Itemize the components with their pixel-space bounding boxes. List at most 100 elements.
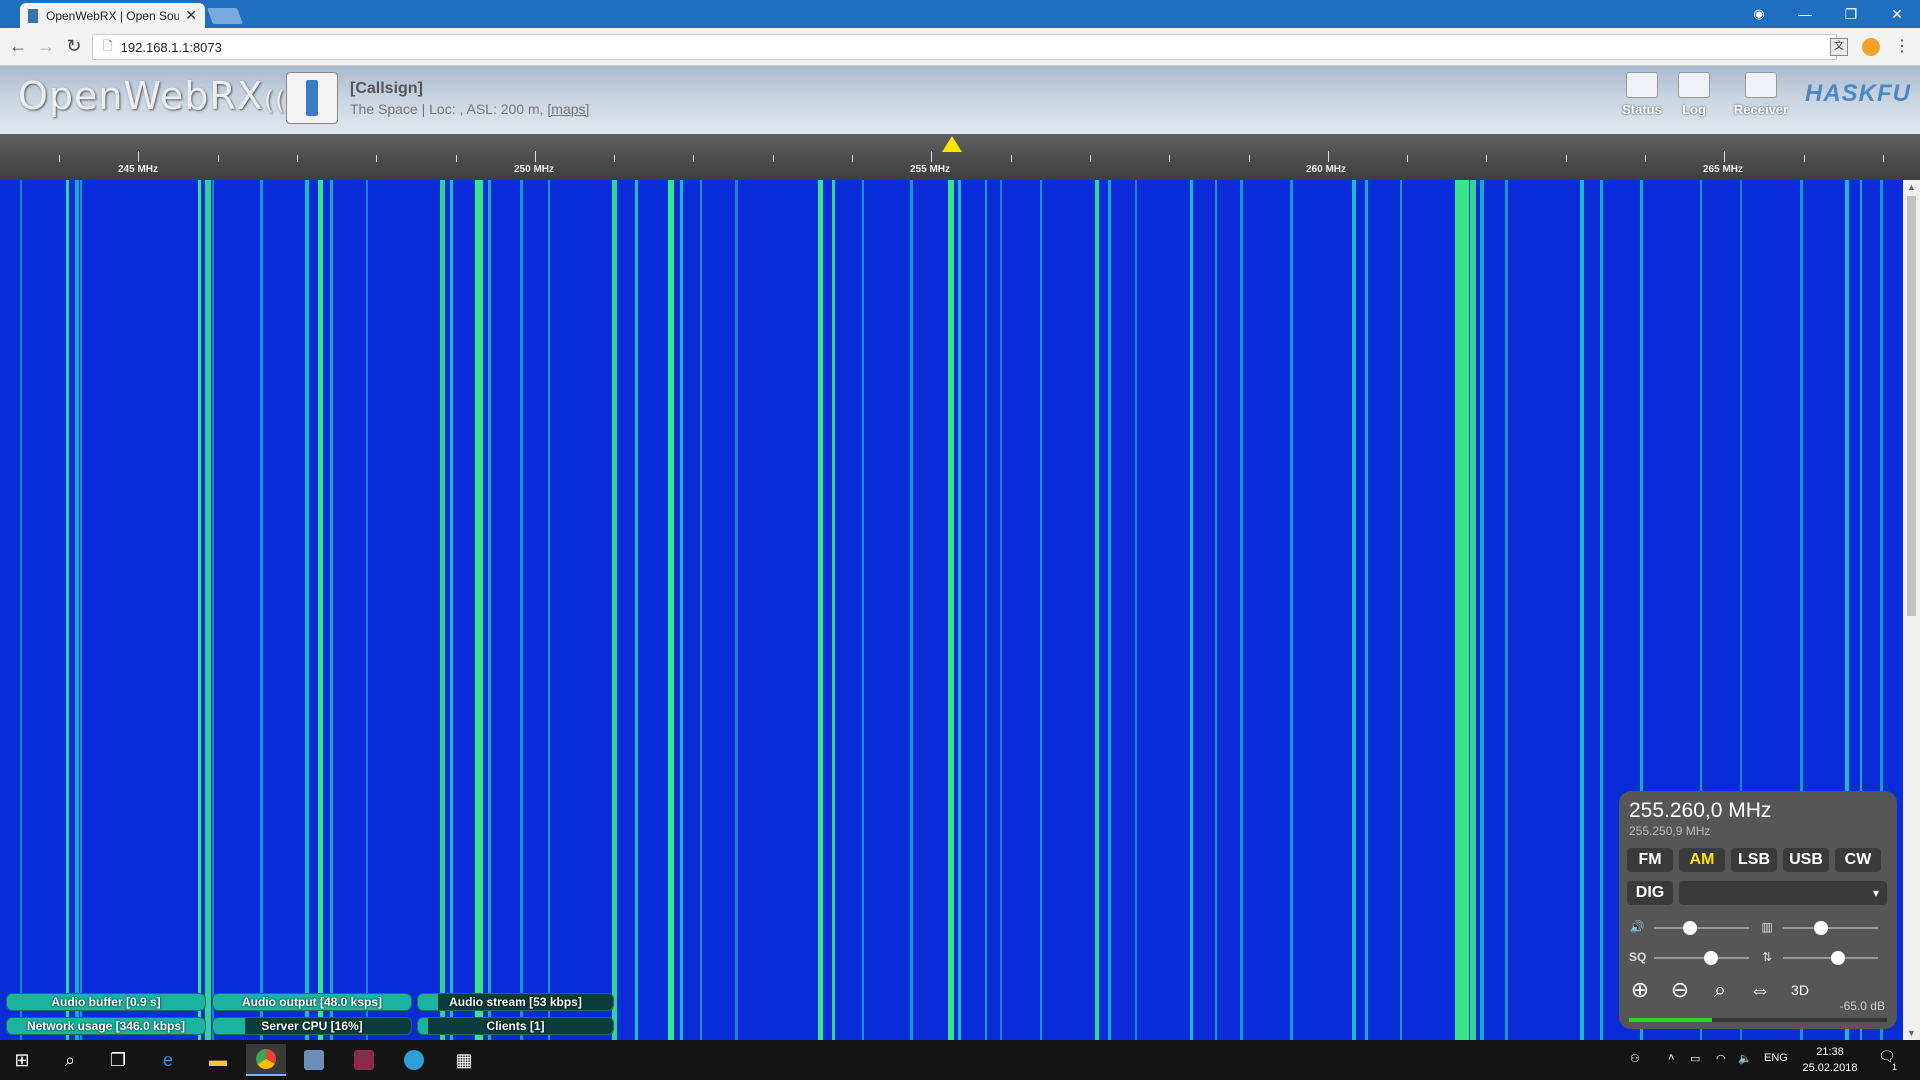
network-usage-label: Network usage [346.0 kbps] [26, 1019, 186, 1033]
auto-gain-slider[interactable] [1783, 951, 1878, 965]
waterfall-signal-line [66, 180, 69, 1040]
mode-lsb-button[interactable]: LSB [1731, 848, 1777, 872]
waterfall-signal-line [318, 180, 323, 1040]
noise-reduction-slider-knob[interactable] [1814, 921, 1828, 935]
file-explorer-icon[interactable]: ▬ [198, 1044, 238, 1076]
mode-dig-button[interactable]: DIG [1627, 881, 1673, 905]
scale-tick [1486, 155, 1488, 162]
waterfall-signal-line [1600, 180, 1603, 1040]
scale-tick [852, 155, 853, 162]
audio-buffer-bar: Audio buffer [0.9 s] [6, 993, 206, 1011]
restore-button[interactable]: ❐ [1828, 0, 1874, 28]
tab-close-icon[interactable]: ✕ [185, 7, 197, 24]
tuning-marker[interactable] [942, 136, 962, 152]
status-button[interactable]: Status [1616, 72, 1668, 117]
waterfall-signal-line [958, 180, 961, 1040]
frequency-display: 255.260,0 MHz [1629, 799, 1772, 822]
mode-fm-button[interactable]: FM [1627, 848, 1673, 872]
waterfall-signal-line [700, 180, 702, 1040]
waterfall-scrollbar[interactable]: ▲ ▼ [1903, 180, 1920, 1040]
windows-start-icon[interactable]: ⊞ [2, 1044, 42, 1076]
mode-cw-button[interactable]: CW [1835, 848, 1881, 872]
s-meter-fill [1629, 1018, 1712, 1022]
log-icon [1678, 72, 1710, 98]
scale-tick [455, 155, 457, 162]
audio-buffer-label: Audio buffer [0.9 s] [51, 995, 161, 1009]
digital-mode-select[interactable]: ▾ [1679, 881, 1887, 905]
minimize-button[interactable]: — [1782, 0, 1828, 28]
people-icon[interactable]: ⚇ [1630, 1052, 1640, 1065]
telegram-icon[interactable] [394, 1044, 434, 1076]
back-arrow-icon[interactable]: ← [6, 36, 30, 57]
battery-icon[interactable]: ▭ [1690, 1052, 1700, 1065]
waterfall-signal-line [910, 180, 913, 1040]
tray-expand-icon[interactable]: ˄ [1668, 1052, 1674, 1064]
language-indicator[interactable]: ENG [1764, 1052, 1788, 1064]
page-info-icon[interactable]: 🗋 [103, 37, 113, 58]
scale-tick [1882, 155, 1884, 162]
3d-view-icon[interactable]: 3D [1785, 975, 1815, 1005]
receiver-button[interactable]: Receiver [1726, 72, 1796, 117]
chrome-icon[interactable] [246, 1044, 286, 1076]
scale-tick [1327, 151, 1329, 162]
waterfall-display[interactable] [0, 180, 1903, 1040]
squelch-slider-knob[interactable] [1704, 951, 1718, 965]
log-button[interactable]: Log [1668, 72, 1720, 117]
scale-label-260: 260 MHz [1305, 164, 1347, 175]
extension-icon[interactable] [1862, 38, 1880, 56]
scale-tick [1407, 155, 1409, 162]
network-app-icon[interactable] [294, 1044, 334, 1076]
noise-reduction-slider[interactable] [1783, 921, 1878, 935]
server-cpu-label: Server CPU [16%] [261, 1019, 363, 1033]
speaker-icon[interactable]: 🔈 [1738, 1052, 1752, 1065]
waterfall-signal-line [612, 180, 617, 1040]
waterfall-signal-line [818, 180, 823, 1040]
edge-browser-icon[interactable]: e [148, 1044, 188, 1076]
wifi-icon[interactable]: ◠ [1716, 1052, 1726, 1065]
frequency-scale[interactable]: 245 MHz 250 MHz 255 MHz 260 MHz 265 MHz [0, 134, 1920, 180]
volume-slider[interactable] [1654, 921, 1749, 935]
volume-slider-knob[interactable] [1683, 921, 1698, 935]
browser-menu-icon[interactable]: ⋮ [1893, 38, 1911, 56]
account-icon[interactable]: ◉ [1736, 0, 1782, 28]
floppy-app-icon[interactable] [344, 1044, 384, 1076]
zoom-fit-icon[interactable]: ⌕ [1705, 975, 1735, 1005]
zoom-reset-icon[interactable]: ⇔ [1745, 975, 1775, 1005]
waterfall-signal-line [1040, 180, 1042, 1040]
auto-gain-slider-knob[interactable] [1831, 951, 1846, 965]
scale-tick [772, 155, 774, 162]
task-view-icon[interactable]: ❐ [98, 1044, 138, 1076]
reload-icon[interactable]: ↻ [62, 36, 86, 57]
close-window-button[interactable]: ✕ [1874, 0, 1920, 28]
zoom-in-icon[interactable]: ⊕ [1625, 975, 1655, 1005]
scroll-up-icon[interactable]: ▲ [1903, 182, 1920, 192]
waterfall-signal-line [1470, 180, 1476, 1040]
waterfall-signal-line [20, 180, 22, 1040]
search-icon[interactable]: ⌕ [50, 1044, 90, 1076]
scale-tick [138, 151, 140, 162]
new-tab-button[interactable] [207, 8, 243, 24]
zoom-out-icon[interactable]: ⊖ [1665, 975, 1695, 1005]
calculator-icon[interactable]: ▦ [444, 1044, 484, 1076]
openwebrx-header: OpenWebRX((·)) [Callsign] The Space | Lo… [0, 66, 1920, 134]
mode-am-button[interactable]: AM [1679, 848, 1725, 872]
waterfall-signal-line [1400, 180, 1402, 1040]
maps-link[interactable]: [maps] [547, 101, 589, 117]
address-bar[interactable]: 🗋 192.168.1.1:8073 [92, 34, 1837, 60]
receiver-avatar[interactable] [286, 72, 338, 124]
browser-tab[interactable]: OpenWebRX | Open Sou ✕ [20, 3, 205, 28]
scale-tick [217, 155, 219, 162]
scale-tick [1248, 155, 1250, 162]
mode-usb-button[interactable]: USB [1783, 848, 1829, 872]
clock[interactable]: 21:38 25.02.2018 [1795, 1044, 1865, 1076]
clock-date: 25.02.2018 [1802, 1062, 1858, 1074]
forward-arrow-icon[interactable]: → [34, 36, 58, 57]
waterfall-signal-line [948, 180, 954, 1040]
scale-label-250: 250 MHz [513, 164, 555, 175]
translate-icon[interactable]: 文 [1830, 38, 1848, 56]
scroll-down-icon[interactable]: ▼ [1903, 1028, 1920, 1038]
scrollbar-thumb[interactable] [1907, 196, 1916, 616]
squelch-slider[interactable] [1654, 951, 1749, 965]
receiver-panel: 255.260,0 MHz 255.250,9 MHz FM AM LSB US… [1619, 791, 1897, 1029]
notification-count: 1 [1892, 1062, 1898, 1072]
